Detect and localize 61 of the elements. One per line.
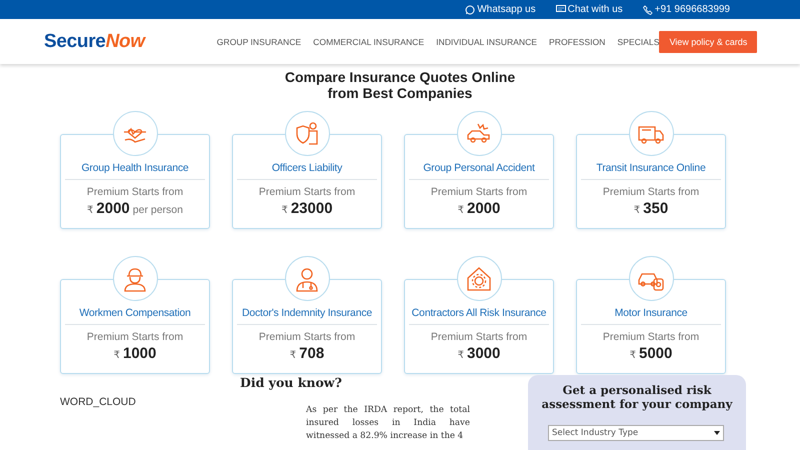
dropdown-caret-icon [714, 431, 720, 435]
product-title[interactable]: Transit Insurance Online [581, 162, 721, 180]
nav-link[interactable]: GROUP INSURANCE [216, 36, 302, 46]
product-title[interactable]: Contractors All Risk Insurance [409, 307, 549, 325]
premium-label: Premium Starts from [602, 186, 700, 198]
logo[interactable]: SecureNow [44, 30, 145, 52]
premium-label: Premium Starts from [602, 331, 700, 343]
product-card[interactable]: Transit Insurance Online Premium Starts from ₹ 350 [576, 134, 726, 229]
currency-symbol: ₹ [281, 205, 288, 216]
product-card[interactable]: Workmen Compensation Premium Starts from ₹ 1000 [60, 279, 210, 374]
did-you-know-heading: Did you know? [240, 375, 343, 390]
premium-label: Premium Starts from [86, 331, 184, 343]
product-title[interactable]: Doctor's Indemnity Insurance [237, 307, 377, 325]
fact-paragraph: As per the IRDA report, the total insured losses in India have witnessed a 82.9% increase in the 4 [306, 404, 470, 443]
price: 1000 [123, 345, 156, 362]
product-card[interactable]: Officers Liability Premium Starts from ₹ 23000 [232, 134, 382, 229]
price: 350 [643, 200, 668, 217]
phone-icon [642, 4, 653, 14]
nav-link[interactable]: SPECIALS [617, 36, 660, 46]
price: 23000 [290, 200, 333, 217]
price: 5000 [639, 345, 672, 362]
premium-label: Premium Starts from [258, 186, 356, 198]
word-cloud-text: WORD_CLOUD [60, 396, 136, 408]
gear-house-icon [465, 264, 493, 292]
product-title[interactable]: Group Personal Accident [409, 162, 549, 180]
product-card[interactable]: Doctor's Indemnity Insurance Premium Starts from ₹ 708 [232, 279, 382, 374]
premium-label: Premium Starts from [258, 331, 356, 343]
industry-select[interactable]: Select Industry Type [548, 425, 724, 441]
premium-label: Premium Starts from [430, 186, 528, 198]
product-title[interactable]: Officers Liability [237, 162, 377, 180]
currency-symbol: ₹ [87, 205, 94, 216]
price-unit: per person [132, 204, 183, 216]
premium-label: Premium Starts from [430, 331, 528, 343]
product-card[interactable]: Group Personal Accident Premium Starts from ₹ 2000 [404, 134, 554, 229]
product-card[interactable]: Motor Insurance Premium Starts from ₹ 5000 [576, 279, 726, 374]
product-card[interactable]: Group Health Insurance Premium Starts from ₹ 2000 per person [60, 134, 210, 229]
premium-label: Premium Starts from [86, 186, 184, 198]
product-title[interactable]: Workmen Compensation [65, 307, 205, 325]
top-link[interactable]: +91 9696683999 [642, 4, 730, 15]
product-title[interactable]: Group Health Insurance [65, 162, 205, 180]
nav-link[interactable]: INDIVIDUAL INSURANCE [436, 36, 538, 46]
whatsapp-icon [465, 4, 476, 14]
currency-symbol: ₹ [634, 205, 640, 216]
currency-symbol: ₹ [458, 350, 464, 361]
currency-symbol: ₹ [114, 350, 120, 361]
chat-icon [556, 5, 566, 14]
price: 2000 [467, 200, 500, 217]
nav-link[interactable]: COMMERCIAL INSURANCE [313, 36, 424, 46]
price: 2000 [96, 200, 130, 217]
price: 3000 [467, 345, 500, 362]
section-heading: Compare Insurance Quotes Online from Best Companies [284, 69, 516, 101]
top-link[interactable]: Chat with us [556, 4, 623, 15]
price: 708 [299, 345, 324, 362]
nav-link[interactable]: PROFESSION [549, 36, 606, 46]
product-title[interactable]: Motor Insurance [581, 307, 721, 325]
product-card[interactable]: Contractors All Risk Insurance Premium Starts from ₹ 3000 [404, 279, 554, 374]
currency-symbol: ₹ [290, 350, 296, 361]
currency-symbol: ₹ [458, 205, 464, 216]
panel-title: Get a personalised risk assessment for your company [540, 383, 734, 411]
top-link[interactable]: Whatsapp us [465, 4, 536, 15]
currency-symbol: ₹ [630, 350, 636, 361]
